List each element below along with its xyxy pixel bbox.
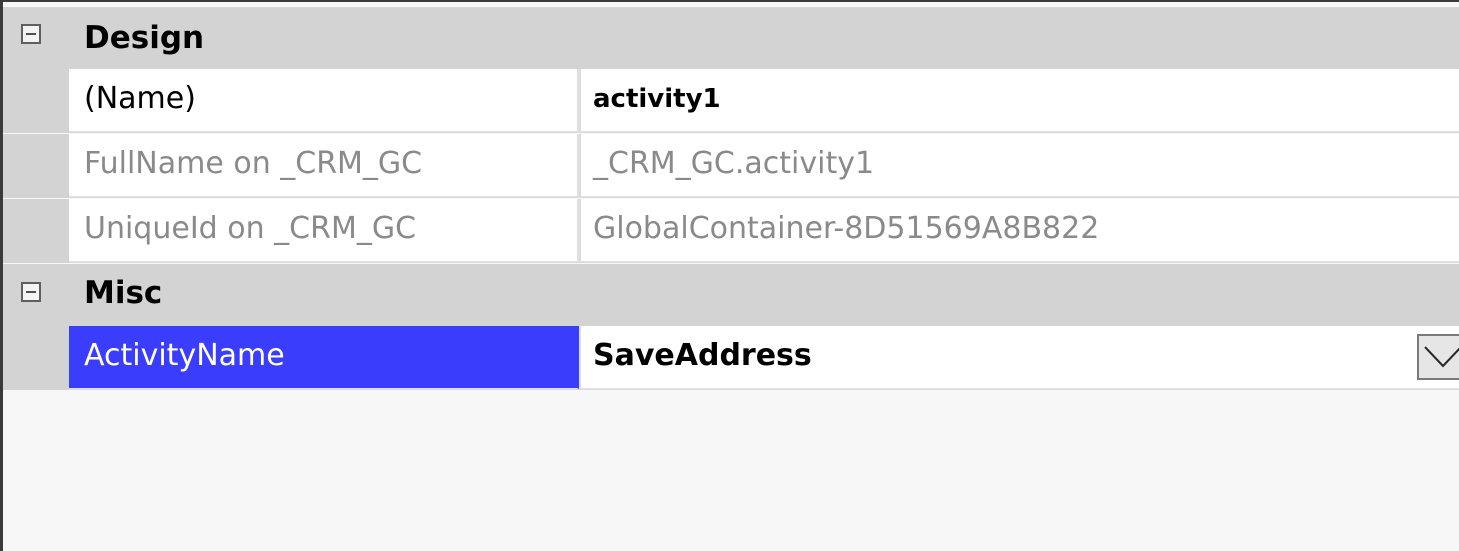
property-grid: Design (Name) activity1 FullName on _CRM… [0, 0, 1459, 551]
property-row-name[interactable]: (Name) activity1 [3, 69, 1459, 133]
category-design[interactable]: Design [3, 7, 1459, 69]
property-value-cell[interactable]: activity1 [581, 69, 1459, 132]
property-name-cell[interactable]: FullName on _CRM_GC [69, 134, 579, 197]
collapse-design-icon[interactable] [21, 24, 41, 44]
property-name-cell[interactable]: (Name) [69, 69, 579, 132]
property-value-text: GlobalContainer-8D51569A8B822 [593, 211, 1100, 246]
row-gutter [3, 326, 69, 390]
property-row-fullname[interactable]: FullName on _CRM_GC _CRM_GC.activity1 [3, 134, 1459, 198]
dropdown-button[interactable] [1417, 334, 1459, 380]
property-value-cell[interactable]: _CRM_GC.activity1 [581, 134, 1459, 197]
property-name-label: (Name) [84, 81, 196, 116]
empty-area [3, 391, 1459, 551]
property-value-text[interactable]: SaveAddress [593, 338, 812, 374]
property-name-label: FullName on _CRM_GC [84, 146, 423, 181]
property-name-cell[interactable]: UniqueId on _CRM_GC [69, 199, 579, 262]
row-gutter [3, 134, 69, 198]
property-value-text: _CRM_GC.activity1 [593, 146, 875, 181]
chevron-down-icon [1424, 346, 1459, 368]
property-value-text[interactable]: activity1 [593, 81, 721, 117]
property-row-uniqueid[interactable]: UniqueId on _CRM_GC GlobalContainer-8D51… [3, 199, 1459, 263]
property-row-activityname[interactable]: ActivityName SaveAddress [3, 326, 1459, 390]
row-gutter [3, 199, 69, 263]
property-name-cell[interactable]: ActivityName [69, 326, 579, 389]
category-design-label: Design [84, 20, 205, 56]
category-misc-label: Misc [84, 275, 163, 311]
collapse-misc-icon[interactable] [21, 282, 41, 302]
category-misc[interactable]: Misc [3, 264, 1459, 328]
row-gutter [3, 69, 69, 133]
property-value-cell[interactable]: SaveAddress [581, 326, 1459, 389]
property-name-label: UniqueId on _CRM_GC [84, 211, 417, 246]
property-name-label: ActivityName [84, 338, 285, 373]
property-value-cell[interactable]: GlobalContainer-8D51569A8B822 [581, 199, 1459, 262]
